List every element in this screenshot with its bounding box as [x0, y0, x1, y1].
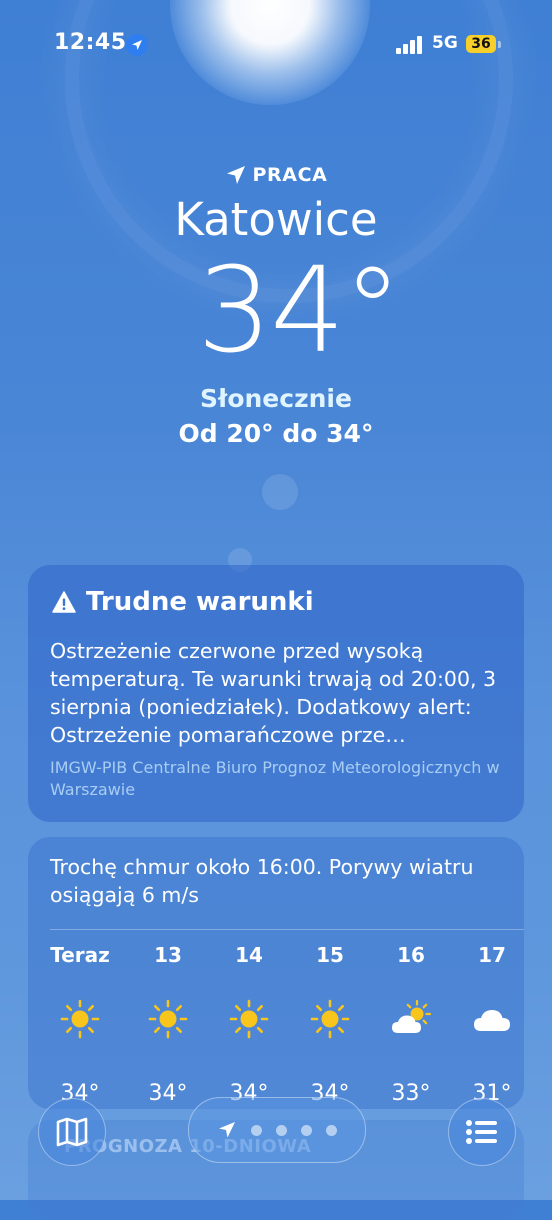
sun-icon — [60, 999, 100, 1039]
hour-label: 16 — [397, 943, 425, 967]
sun-icon — [310, 999, 350, 1039]
partly-cloudy-icon — [392, 999, 432, 1033]
page-dot[interactable] — [326, 1124, 337, 1136]
current-temperature: 34° — [197, 241, 402, 379]
sun-icon — [229, 999, 269, 1039]
hour-label: 13 — [154, 943, 182, 967]
hour-column: 16 33° — [371, 943, 451, 1106]
hour-label: Teraz — [50, 943, 110, 967]
warning-triangle-icon — [52, 591, 76, 613]
hour-label: 15 — [316, 943, 344, 967]
hour-temp: 33° — [391, 1081, 431, 1106]
hour-column: 15 34° — [290, 943, 370, 1106]
city-name: Katowice — [174, 193, 378, 246]
list-icon — [466, 1120, 497, 1144]
location-label: PRACA — [252, 164, 328, 186]
hour-temp: 34° — [148, 1081, 188, 1106]
hour-column: 14 34° — [209, 943, 289, 1106]
battery-cap — [498, 41, 501, 48]
temperature-range: Od 20° do 34° — [178, 419, 374, 448]
hour-label: 14 — [235, 943, 263, 967]
cellular-signal-icon — [396, 36, 424, 54]
hour-column: 17 31° — [452, 943, 532, 1106]
alert-body: Ostrzeżenie czerwone przed wysoką temper… — [50, 639, 497, 747]
page-indicator[interactable] — [188, 1097, 366, 1163]
hour-column: Teraz 34° — [40, 943, 120, 1106]
alert-title-row: Trudne warunki — [52, 587, 314, 617]
location-arrow-icon — [126, 34, 148, 56]
locations-list-button[interactable] — [448, 1098, 516, 1166]
page-dot[interactable] — [276, 1124, 287, 1136]
location-arrow-icon — [226, 166, 245, 184]
divider — [50, 929, 524, 930]
page-dot[interactable] — [251, 1124, 262, 1136]
map-icon — [56, 1117, 88, 1147]
hourly-forecast-card[interactable]: Trochę chmur około 16:00. Porywy wiatru … — [28, 837, 524, 1109]
alert-title: Trudne warunki — [86, 587, 314, 617]
location-arrow-icon[interactable] — [217, 1120, 237, 1140]
map-button[interactable] — [38, 1098, 106, 1166]
network-type: 5G — [432, 33, 458, 53]
hour-label: 17 — [478, 943, 506, 967]
hour-column: 13 34° — [128, 943, 208, 1106]
severe-weather-card[interactable]: Trudne warunki Ostrzeżenie czerwone prze… — [28, 565, 524, 822]
lens-flare — [262, 474, 298, 510]
forecast-summary: Trochę chmur około 16:00. Porywy wiatru … — [50, 855, 474, 907]
location-label-row: PRACA — [0, 164, 552, 186]
battery-indicator: 36 — [466, 35, 496, 53]
cloud-icon — [474, 1010, 510, 1031]
page-dot[interactable] — [301, 1124, 312, 1136]
alert-source[interactable]: IMGW-PIB Centralne Biuro Prognoz Meteoro… — [50, 757, 510, 801]
sun-icon — [148, 999, 188, 1039]
current-condition: Słonecznie — [200, 384, 352, 413]
status-time: 12:45 — [54, 30, 127, 55]
